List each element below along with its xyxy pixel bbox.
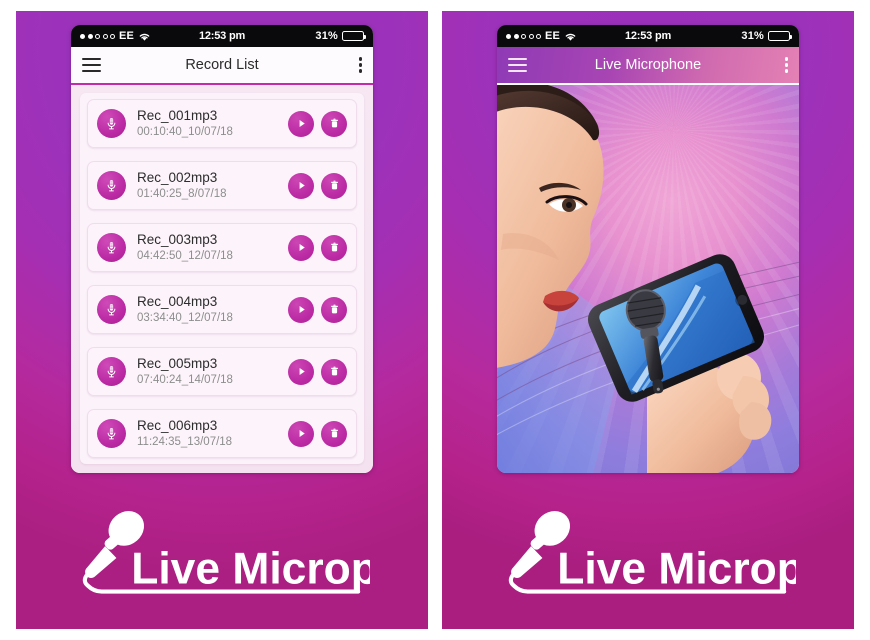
record-name: Rec_006mp3 [137,418,218,434]
record-timestamp: 04:42:50_12/07/18 [137,249,233,262]
overflow-menu-icon[interactable] [784,57,788,73]
record-actions [288,358,347,385]
live-microphone-panel: EE 12:53 pm 31% Live Microphone Live Mic… [442,11,854,629]
record-name: Rec_002mp3 [137,170,218,186]
play-button[interactable] [288,420,314,447]
record-row[interactable]: Rec_002mp3 01:40:25_8/07/18 [87,161,357,210]
brand-name-right: Live Microphone [557,545,796,594]
page-title: Live Microphone [594,57,702,73]
delete-button[interactable] [321,110,347,137]
record-info: Rec_003mp3 04:42:50_12/07/18 [137,232,288,263]
status-bar: EE 12:53 pm 31% [71,25,373,47]
microphone-icon [97,357,126,386]
status-bar-time: 12:53 pm [624,30,672,42]
app-bar-live-microphone: Live Microphone [497,47,799,85]
record-list-container: Rec_001mp3 00:10:40_10/07/18 Rec_002mp3 01:… [71,85,373,473]
app-bar-record-list: Record List [71,47,373,85]
record-list: Rec_001mp3 00:10:40_10/07/18 Rec_002mp3 01:… [80,93,364,464]
brand-name-left: Live Microphone [131,545,370,594]
live-microphone-artwork [497,85,799,473]
delete-button[interactable] [321,420,347,447]
record-info: Rec_005mp3 07:40:24_14/07/18 [137,356,288,387]
battery-icon [342,31,366,41]
page-title: Record List [185,57,259,73]
status-bar: EE 12:53 pm 31% [497,25,799,47]
microphone-icon [97,295,126,324]
record-actions [288,110,347,137]
microphone-icon [97,233,126,262]
delete-button[interactable] [321,172,347,199]
phone-screen-record-list: EE 12:53 pm 31% Record List Rec_001mp3 0… [71,25,373,473]
hamburger-menu-icon[interactable] [508,57,527,73]
record-info: Rec_002mp3 01:40:25_8/07/18 [137,170,288,201]
record-info: Rec_006mp3 11:24:35_13/07/18 [137,418,288,449]
woman-singing-into-phone-photo [497,85,799,473]
delete-button[interactable] [321,234,347,261]
play-button[interactable] [288,172,314,199]
record-row[interactable]: Rec_006mp3 11:24:35_13/07/18 [87,409,357,458]
status-bar-time: 12:53 pm [198,30,246,42]
record-info: Rec_001mp3 00:10:40_10/07/18 [137,108,288,139]
record-row[interactable]: Rec_005mp3 07:40:24_14/07/18 [87,347,357,396]
record-actions [288,172,347,199]
record-name: Rec_004mp3 [137,294,218,310]
record-row[interactable]: Rec_003mp3 04:42:50_12/07/18 [87,223,357,272]
record-name: Rec_005mp3 [137,356,218,372]
record-timestamp: 01:40:25_8/07/18 [137,187,227,200]
microphone-icon [97,419,126,448]
play-button[interactable] [288,358,314,385]
record-actions [288,234,347,261]
microphone-icon [97,109,126,138]
hamburger-menu-icon[interactable] [82,57,101,73]
delete-button[interactable] [321,296,347,323]
brand-logo-left: Live Microphone [16,499,428,617]
overflow-menu-icon[interactable] [358,57,362,73]
record-name: Rec_001mp3 [137,108,218,124]
microphone-icon: Live Microphone [82,511,370,594]
play-button[interactable] [288,234,314,261]
record-timestamp: 11:24:35_13/07/18 [137,435,233,448]
app-store-screenshot-pair: EE 12:53 pm 31% Record List Rec_001mp3 0… [0,0,870,640]
record-row[interactable]: Rec_004mp3 03:34:40_12/07/18 [87,285,357,334]
record-name: Rec_003mp3 [137,232,218,248]
record-row[interactable]: Rec_001mp3 00:10:40_10/07/18 [87,99,357,148]
record-timestamp: 00:10:40_10/07/18 [137,125,233,138]
phone-screen-live-microphone: EE 12:53 pm 31% Live Microphone [497,25,799,473]
microphone-icon: Live Microphone [508,511,796,594]
record-timestamp: 03:34:40_12/07/18 [137,311,233,324]
record-timestamp: 07:40:24_14/07/18 [137,373,233,386]
microphone-icon [97,171,126,200]
battery-icon [768,31,792,41]
brand-logo-right: Live Microphone [442,499,854,617]
delete-button[interactable] [321,358,347,385]
play-button[interactable] [288,296,314,323]
record-actions [288,420,347,447]
record-list-panel: EE 12:53 pm 31% Record List Rec_001mp3 0… [16,11,428,629]
play-button[interactable] [288,110,314,137]
record-actions [288,296,347,323]
record-info: Rec_004mp3 03:34:40_12/07/18 [137,294,288,325]
